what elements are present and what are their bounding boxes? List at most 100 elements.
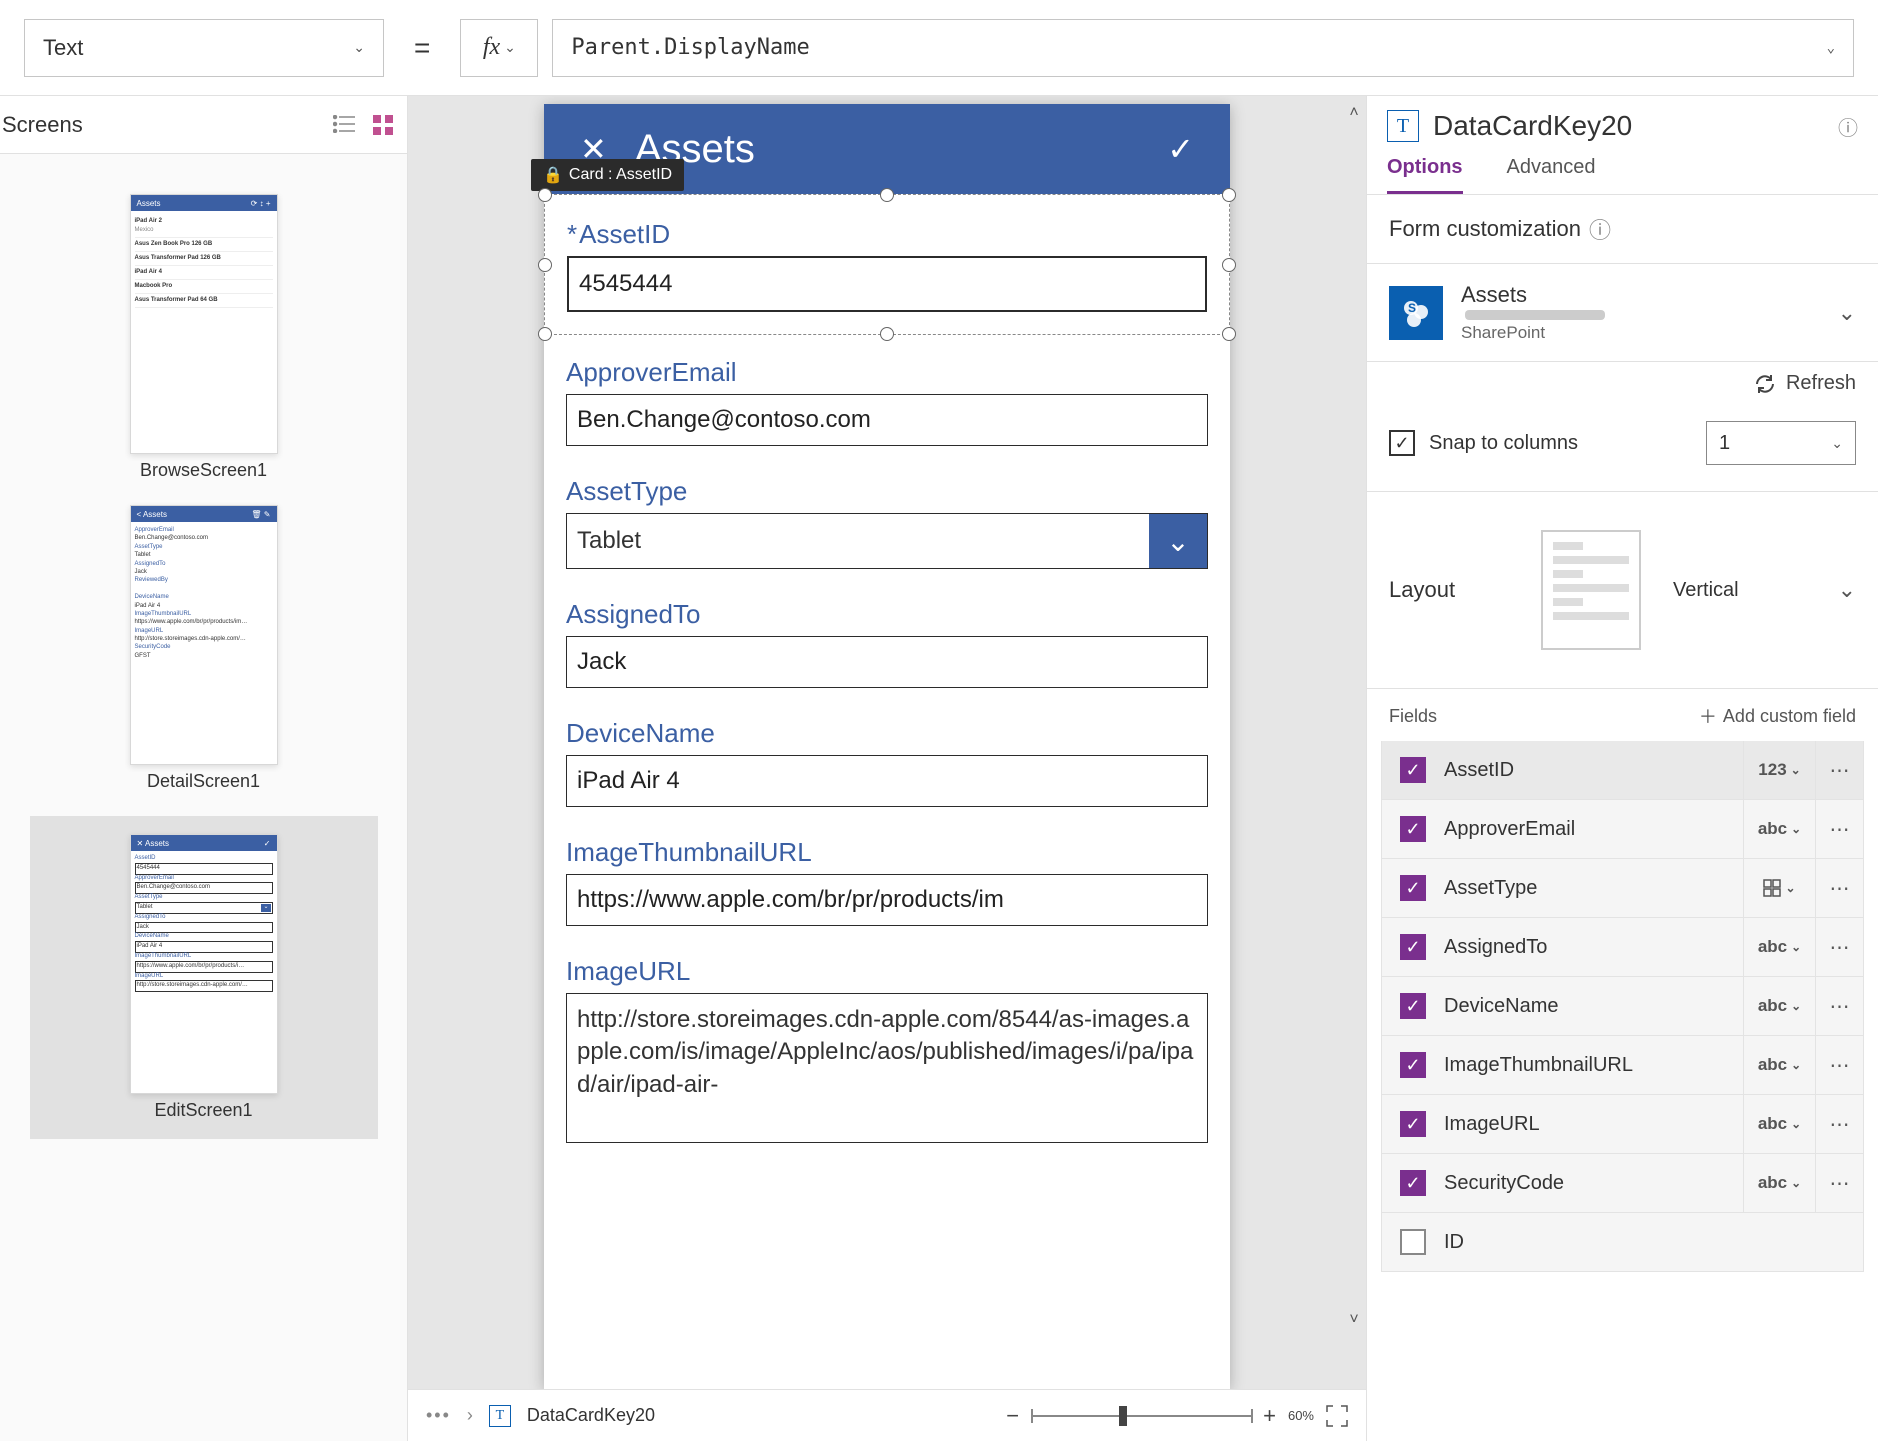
field-row[interactable]: ✓ImageURLabc⌄⋯ bbox=[1381, 1094, 1864, 1154]
grid-view-icon[interactable] bbox=[373, 115, 393, 135]
resize-handle[interactable] bbox=[538, 188, 552, 202]
refresh-icon[interactable] bbox=[1754, 373, 1776, 395]
resize-handle[interactable] bbox=[880, 327, 894, 341]
refresh-button[interactable]: Refresh bbox=[1786, 372, 1856, 395]
svg-text:S: S bbox=[1408, 301, 1416, 315]
resize-handle[interactable] bbox=[1222, 188, 1236, 202]
field-checkbox[interactable]: ✓ bbox=[1400, 757, 1426, 783]
help-icon[interactable]: ⓘ bbox=[1589, 213, 1611, 245]
resize-handle[interactable] bbox=[880, 188, 894, 202]
field-more-button[interactable]: ⋯ bbox=[1815, 1154, 1863, 1212]
resize-handle[interactable] bbox=[538, 327, 552, 341]
field-checkbox[interactable]: ✓ bbox=[1400, 934, 1426, 960]
field-checkbox[interactable]: ✓ bbox=[1400, 1170, 1426, 1196]
screen-thumb-edit[interactable]: ✕ Assets✓ AssetID4545444 ApproverEmailBe… bbox=[30, 816, 378, 1139]
fields-label: Fields bbox=[1389, 706, 1437, 727]
canvas-viewport[interactable]: ✕ Assets ✓ 🔒 Card : AssetID bbox=[408, 96, 1366, 1389]
field-type-selector[interactable]: abc⌄ bbox=[1743, 1036, 1815, 1094]
field-type-selector[interactable]: 123⌄ bbox=[1743, 741, 1815, 799]
field-more-button[interactable]: ⋯ bbox=[1815, 918, 1863, 976]
datacard-approveremail[interactable]: ApproverEmail Ben.Change@contoso.com bbox=[544, 335, 1230, 454]
datasource-info[interactable]: S Assets SharePoint bbox=[1389, 282, 1605, 343]
field-more-button[interactable]: ⋯ bbox=[1815, 741, 1863, 799]
field-type-selector[interactable]: abc⌄ bbox=[1743, 800, 1815, 858]
add-custom-field-button[interactable]: ＋ Add custom field bbox=[1699, 703, 1856, 729]
zoom-slider[interactable] bbox=[1031, 1415, 1251, 1417]
lock-icon: 🔒 bbox=[543, 165, 563, 185]
app-preview[interactable]: ✕ Assets ✓ 🔒 Card : AssetID bbox=[544, 104, 1230, 1389]
resize-handle[interactable] bbox=[1222, 258, 1236, 272]
equals-sign: = bbox=[398, 32, 446, 64]
assetid-input[interactable]: 4545444 bbox=[567, 256, 1207, 312]
field-row[interactable]: ✓AssetType⌄⋯ bbox=[1381, 858, 1864, 918]
screen-thumb-detail[interactable]: < Assets🗑 ✎ ApproverEmailBen.Change@cont… bbox=[130, 505, 278, 792]
field-row[interactable]: ✓SecurityCodeabc⌄⋯ bbox=[1381, 1153, 1864, 1213]
devicename-input[interactable]: iPad Air 4 bbox=[566, 755, 1208, 807]
field-type-selector[interactable]: abc⌄ bbox=[1743, 1095, 1815, 1153]
field-row[interactable]: ✓AssignedToabc⌄⋯ bbox=[1381, 917, 1864, 977]
resize-handle[interactable] bbox=[1222, 327, 1236, 341]
layout-select[interactable]: Vertical ⌄ bbox=[1673, 577, 1856, 603]
columns-select[interactable]: 1 ⌄ bbox=[1706, 421, 1856, 465]
submit-icon[interactable]: ✓ bbox=[1167, 130, 1194, 168]
form-customization-header: Form customization ⓘ bbox=[1389, 213, 1856, 245]
field-type-selector[interactable]: abc⌄ bbox=[1743, 1154, 1815, 1212]
datacard-imageurl[interactable]: ImageURL http://store.storeimages.cdn-ap… bbox=[544, 934, 1230, 1151]
field-more-button[interactable]: ⋯ bbox=[1815, 977, 1863, 1035]
zoom-out-button[interactable]: − bbox=[1006, 1403, 1019, 1429]
field-row[interactable]: ✓ImageThumbnailURLabc⌄⋯ bbox=[1381, 1035, 1864, 1095]
scroll-down-icon[interactable]: ˅ bbox=[1346, 1311, 1362, 1329]
field-checkbox[interactable]: ✓ bbox=[1400, 1229, 1426, 1255]
field-row[interactable]: ✓AssetID123⌄⋯ bbox=[1381, 741, 1864, 800]
assettype-select[interactable]: Tablet ⌄ bbox=[566, 513, 1208, 569]
datacard-assetid[interactable]: 🔒 Card : AssetID *AssetID bbox=[544, 194, 1230, 335]
field-type-selector[interactable]: abc⌄ bbox=[1743, 918, 1815, 976]
more-icon[interactable]: ••• bbox=[426, 1405, 451, 1426]
resize-handle[interactable] bbox=[538, 258, 552, 272]
snap-checkbox[interactable]: ✓ bbox=[1389, 430, 1415, 456]
field-checkbox[interactable]: ✓ bbox=[1400, 1111, 1426, 1137]
field-checkbox[interactable]: ✓ bbox=[1400, 993, 1426, 1019]
formula-input[interactable]: Parent.DisplayName ⌄ bbox=[552, 19, 1854, 77]
list-view-icon[interactable] bbox=[333, 115, 355, 135]
chevron-down-icon[interactable]: ⌄ bbox=[1149, 514, 1207, 568]
field-more-button[interactable]: ⋯ bbox=[1815, 1095, 1863, 1153]
approveremail-input[interactable]: Ben.Change@contoso.com bbox=[566, 394, 1208, 446]
screens-panel-header: Screens bbox=[0, 96, 407, 154]
imageurl-input[interactable]: http://store.storeimages.cdn-apple.com/8… bbox=[566, 993, 1208, 1143]
screen-thumb-browse[interactable]: Assets⟳ ↕ + iPad Air 2Mexico Asus Zen Bo… bbox=[130, 194, 278, 481]
chevron-down-icon: ⌄ bbox=[1827, 40, 1835, 56]
datacard-assettype[interactable]: AssetType Tablet ⌄ bbox=[544, 454, 1230, 577]
tab-options[interactable]: Options bbox=[1387, 148, 1463, 194]
chevron-down-icon[interactable]: ⌄ bbox=[1838, 300, 1856, 326]
field-checkbox[interactable]: ✓ bbox=[1400, 1052, 1426, 1078]
breadcrumb-element[interactable]: DataCardKey20 bbox=[527, 1405, 655, 1426]
property-selector[interactable]: Text ⌄ bbox=[24, 19, 384, 77]
zoom-in-button[interactable]: + bbox=[1263, 1403, 1276, 1429]
field-checkbox[interactable]: ✓ bbox=[1400, 816, 1426, 842]
fx-button[interactable]: fx ⌄ bbox=[460, 19, 538, 77]
field-label: AssignedTo bbox=[566, 599, 1208, 630]
field-checkbox[interactable]: ✓ bbox=[1400, 875, 1426, 901]
fit-screen-icon[interactable] bbox=[1326, 1405, 1348, 1427]
tab-advanced[interactable]: Advanced bbox=[1507, 148, 1596, 194]
help-icon[interactable]: ⓘ bbox=[1838, 112, 1858, 141]
assignedto-input[interactable]: Jack bbox=[566, 636, 1208, 688]
field-more-button[interactable]: ⋯ bbox=[1815, 1036, 1863, 1094]
field-type-selector[interactable]: ⌄ bbox=[1743, 859, 1815, 917]
datacard-thumbnailurl[interactable]: ImageThumbnailURL https://www.apple.com/… bbox=[544, 815, 1230, 934]
screen-name: DetailScreen1 bbox=[147, 771, 260, 792]
thumbnailurl-input[interactable]: https://www.apple.com/br/pr/products/im bbox=[566, 874, 1208, 926]
field-more-button[interactable]: ⋯ bbox=[1815, 800, 1863, 858]
field-row[interactable]: ✓ID bbox=[1381, 1212, 1864, 1272]
datacard-assignedto[interactable]: AssignedTo Jack bbox=[544, 577, 1230, 696]
redacted-text bbox=[1465, 310, 1605, 320]
canvas-scrollbar[interactable]: ˄ ˅ bbox=[1346, 104, 1362, 1329]
field-row[interactable]: ✓DeviceNameabc⌄⋯ bbox=[1381, 976, 1864, 1036]
datacard-devicename[interactable]: DeviceName iPad Air 4 bbox=[544, 696, 1230, 815]
field-row[interactable]: ✓ApproverEmailabc⌄⋯ bbox=[1381, 799, 1864, 859]
scroll-up-icon[interactable]: ˄ bbox=[1346, 104, 1362, 122]
field-type-selector[interactable]: abc⌄ bbox=[1743, 977, 1815, 1035]
datacard-key[interactable]: *AssetID bbox=[567, 219, 1207, 250]
field-more-button[interactable]: ⋯ bbox=[1815, 859, 1863, 917]
